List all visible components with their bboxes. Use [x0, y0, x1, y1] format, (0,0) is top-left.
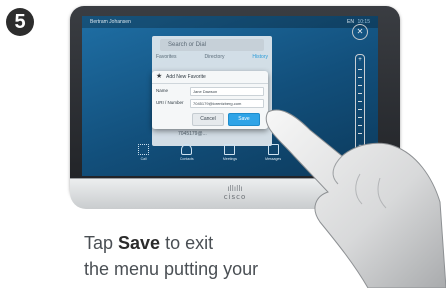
- uri-row: URI / Number 7045179@lorentzberg.com: [156, 99, 264, 108]
- dialog-title: Add New Favorite: [166, 74, 206, 80]
- name-label: Name: [156, 88, 169, 93]
- tray-contacts[interactable]: Contacts: [174, 144, 200, 162]
- pointing-hand-image: [265, 109, 446, 288]
- panel-tabs: Favorites Directory History: [156, 54, 268, 64]
- tab-directory[interactable]: Directory: [204, 54, 224, 64]
- tray-meetings[interactable]: Meetings: [217, 144, 243, 162]
- person-icon: [181, 144, 193, 155]
- uri-label: URI / Number: [156, 100, 184, 105]
- mute-button[interactable]: ✕: [352, 24, 368, 40]
- instruction-caption: Tap Save to exit the menu putting your: [84, 230, 258, 282]
- volume-up-icon[interactable]: +: [356, 57, 364, 63]
- contact-detail: 7045179@...: [178, 131, 207, 137]
- microphone-muted-icon: ✕: [356, 27, 364, 36]
- status-user-name[interactable]: Bertram Johansen: [90, 16, 131, 28]
- tray-call[interactable]: Call: [131, 144, 157, 162]
- caption-line-1: Tap Save to exit: [84, 233, 214, 253]
- slider-tick: [358, 93, 362, 94]
- name-row: Name Jane Dawson: [156, 87, 264, 96]
- tray-meetings-label: Meetings: [222, 157, 238, 161]
- tab-favorites[interactable]: Favorites: [156, 54, 177, 64]
- slider-tick: [358, 101, 362, 102]
- tray-contacts-label: Contacts: [179, 157, 194, 161]
- slider-tick: [358, 77, 362, 78]
- caption-line-2: the menu putting your: [84, 259, 259, 279]
- star-icon: ★: [156, 73, 163, 80]
- grid-icon: [138, 144, 150, 155]
- step-number-badge: 5: [6, 8, 34, 36]
- calendar-icon: [224, 144, 236, 155]
- dialog-title-bar: ★ Add New Favorite: [152, 71, 268, 84]
- tray-call-label: Call: [140, 157, 147, 161]
- slider-tick: [358, 69, 362, 70]
- status-bar: Bertram Johansen EN 10:15: [82, 16, 378, 28]
- cancel-button[interactable]: Cancel: [192, 113, 224, 126]
- slider-tick: [358, 85, 362, 86]
- search-field[interactable]: Search or Dial: [160, 39, 264, 51]
- caption-bold-save: Save: [118, 233, 161, 253]
- name-field[interactable]: Jane Dawson: [190, 87, 264, 96]
- tab-history[interactable]: History: [252, 54, 268, 64]
